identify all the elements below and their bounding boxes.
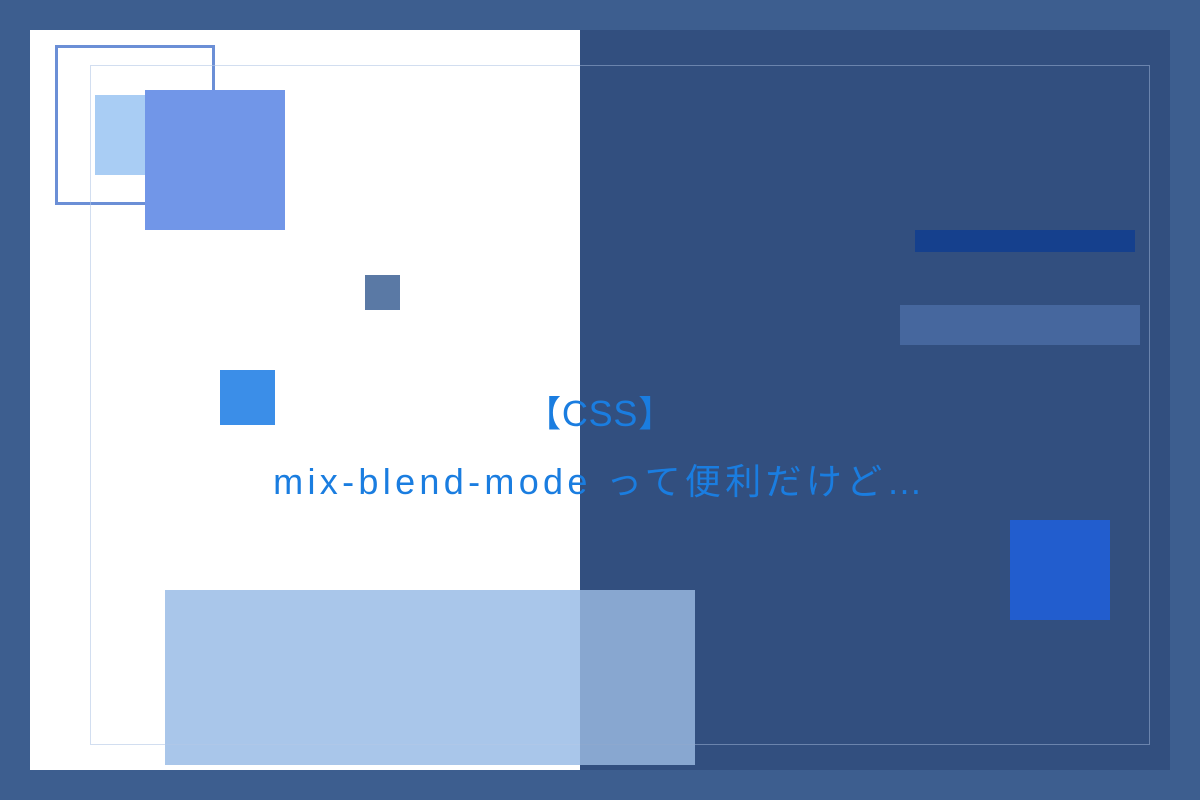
title-line-1: 【CSS】 bbox=[0, 380, 1200, 448]
title: 【CSS】 mix-blend-mode って便利だけど… bbox=[0, 380, 1200, 517]
title-line-2: mix-blend-mode って便利だけど… bbox=[0, 448, 1200, 516]
